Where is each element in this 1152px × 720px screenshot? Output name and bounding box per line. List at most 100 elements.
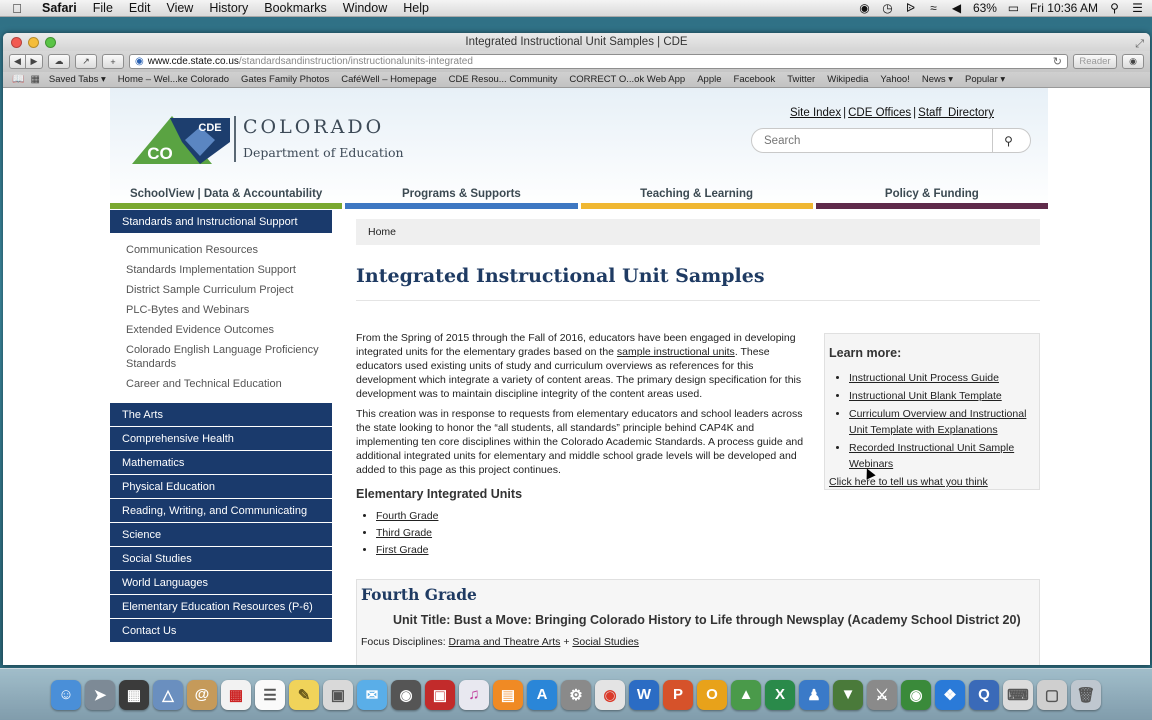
notification-center-icon[interactable]: ☰	[1131, 1, 1144, 15]
itunes-icon[interactable]: ♫	[459, 679, 489, 710]
time-machine-icon[interactable]: ◷	[881, 1, 894, 15]
menu-window[interactable]: Window	[335, 1, 395, 15]
messages-icon[interactable]: ✉	[357, 679, 387, 710]
app-store-icon[interactable]: A	[527, 679, 557, 710]
bookmark-item[interactable]: CORRECT O...ok Web App	[563, 74, 691, 85]
bookmark-item[interactable]: Home – Wel...ke Colorado	[112, 74, 235, 85]
new-tab-icon[interactable]: +	[102, 54, 124, 69]
address-bar[interactable]: ◉ www.cde.state.co.us/standardsandinstru…	[129, 54, 1068, 69]
remote-desktop-icon[interactable]: ▼	[833, 679, 863, 710]
outlook-icon[interactable]: O	[697, 679, 727, 710]
sidebar-item-social-studies[interactable]: Social Studies	[110, 547, 332, 571]
sidebar-item-contact-us[interactable]: Contact Us	[110, 619, 332, 643]
bookmark-item[interactable]: Yahoo!	[874, 74, 915, 85]
finder-icon[interactable]: ☺	[51, 679, 81, 710]
subnav-item[interactable]: Communication Resources	[126, 243, 332, 257]
fourth-grade-link[interactable]: Fourth Grade	[376, 510, 438, 522]
minimize-window-button[interactable]	[28, 37, 39, 48]
reader-button[interactable]: Reader	[1073, 54, 1117, 69]
wifi-icon[interactable]: ≈	[927, 1, 940, 15]
quicktime-icon[interactable]: Q	[969, 679, 999, 710]
subnav-item[interactable]: PLC-Bytes and Webinars	[126, 303, 332, 317]
bookmark-item[interactable]: Saved Tabs ▾	[43, 74, 112, 85]
back-button[interactable]: ◀	[9, 54, 26, 69]
powerpoint-icon[interactable]: P	[663, 679, 693, 710]
launchpad-icon[interactable]: ➤	[85, 679, 115, 710]
search-input[interactable]	[752, 130, 992, 151]
reminders-icon[interactable]: ☰	[255, 679, 285, 710]
cde-logo[interactable]: CDE CO COLORADO Department of Education	[130, 112, 420, 168]
record-icon[interactable]: ◉	[858, 1, 871, 15]
bookmark-item[interactable]: Wikipedia	[821, 74, 874, 85]
cde-offices-link[interactable]: CDE Offices	[848, 107, 911, 119]
battery-percent[interactable]: 63%	[973, 1, 997, 15]
facetime-icon[interactable]: ◉	[391, 679, 421, 710]
volume-icon[interactable]: ◀	[950, 1, 963, 15]
blank-template-link[interactable]: Instructional Unit Blank Template	[849, 390, 1002, 402]
keyboard-viewer-icon[interactable]: ⌨	[1003, 679, 1033, 710]
bookmark-item[interactable]: Twitter	[781, 74, 821, 85]
calendar-icon[interactable]: ▦	[221, 679, 251, 710]
menu-file[interactable]: File	[85, 1, 121, 15]
menu-history[interactable]: History	[201, 1, 256, 15]
contacts-icon[interactable]: @	[187, 679, 217, 710]
sample-units-link[interactable]: sample instructional units	[617, 346, 735, 358]
bookmark-item[interactable]: Popular ▾	[959, 74, 1011, 85]
battery-icon[interactable]: ▭	[1007, 1, 1020, 15]
staff-directory-link[interactable]: Staff Directory	[918, 107, 994, 119]
subnav-item[interactable]: Career and Technical Education	[126, 377, 332, 391]
menu-view[interactable]: View	[158, 1, 201, 15]
menu-app[interactable]: Safari	[34, 1, 85, 15]
nav-teaching-learning[interactable]: Teaching & Learning	[580, 182, 813, 209]
recorded-webinars-link[interactable]: Recorded Instructional Unit Sample Webin…	[849, 442, 1014, 470]
forward-button[interactable]: ▶	[26, 54, 43, 69]
nav-schoolview[interactable]: SchoolView | Data & Accountability	[110, 182, 343, 209]
menu-bookmarks[interactable]: Bookmarks	[256, 1, 335, 15]
lync-icon[interactable]: ♟	[799, 679, 829, 710]
sidebar-item-standards[interactable]: Standards and Instructional Support	[110, 210, 332, 234]
nav-programs-supports[interactable]: Programs & Supports	[345, 182, 578, 209]
curriculum-overview-link[interactable]: Curriculum Overview and Instructional Un…	[849, 408, 1026, 436]
photos-app-icon[interactable]: ▲	[731, 679, 761, 710]
system-preferences-icon[interactable]: ⚙	[561, 679, 591, 710]
preview-icon[interactable]: △	[153, 679, 183, 710]
camino-icon[interactable]: ◉	[901, 679, 931, 710]
trash-icon[interactable]: 🗑	[1071, 679, 1101, 710]
search-icon[interactable]: ⚲	[992, 129, 1024, 152]
bookmark-item[interactable]: Facebook	[728, 74, 782, 85]
third-grade-link[interactable]: Third Grade	[376, 527, 432, 539]
sidebar-item-reading-writing[interactable]: Reading, Writing, and Communicating	[110, 499, 332, 523]
sidebar-item-comprehensive-health[interactable]: Comprehensive Health	[110, 427, 332, 451]
feedback-link[interactable]: Click here to tell us what you think	[829, 476, 1035, 488]
subnav-item[interactable]: Standards Implementation Support	[126, 263, 332, 277]
subnav-item[interactable]: District Sample Curriculum Project	[126, 283, 332, 297]
photo-booth-icon[interactable]: ▣	[425, 679, 455, 710]
sidebar-item-elementary-resources[interactable]: Elementary Education Resources (P-6)	[110, 595, 332, 619]
drama-theatre-link[interactable]: Drama and Theatre Arts	[449, 636, 561, 648]
bookmark-item[interactable]: Gates Family Photos	[235, 74, 335, 85]
subnav-item[interactable]: Extended Evidence Outcomes	[126, 323, 332, 337]
ibooks-icon[interactable]: ▤	[493, 679, 523, 710]
subnav-item[interactable]: Colorado English Language Proficiency St…	[126, 343, 321, 371]
zoom-window-button[interactable]	[45, 37, 56, 48]
screenshot-window-icon[interactable]: ▢	[1037, 679, 1067, 710]
bookmark-item[interactable]: CaféWell – Homepage	[335, 74, 442, 85]
excel-icon[interactable]: X	[765, 679, 795, 710]
sidebar-item-world-languages[interactable]: World Languages	[110, 571, 332, 595]
bookmarks-book-icon[interactable]: 📖	[9, 74, 27, 85]
bluetooth-icon[interactable]: ᐉ	[904, 1, 917, 15]
sidebar-item-physical-education[interactable]: Physical Education	[110, 475, 332, 499]
social-studies-link[interactable]: Social Studies	[572, 636, 639, 648]
utility-icon[interactable]: ⚔	[867, 679, 897, 710]
clock[interactable]: Fri 10:36 AM	[1030, 1, 1098, 15]
menu-edit[interactable]: Edit	[121, 1, 159, 15]
word-icon[interactable]: W	[629, 679, 659, 710]
photos-icon[interactable]: ▣	[323, 679, 353, 710]
downloads-icon[interactable]: ◉	[1122, 54, 1144, 69]
site-index-link[interactable]: Site Index	[790, 107, 841, 119]
sidebar-item-science[interactable]: Science	[110, 523, 332, 547]
first-grade-link[interactable]: First Grade	[376, 544, 429, 556]
nav-policy-funding[interactable]: Policy & Funding	[815, 182, 1048, 209]
bookmark-item[interactable]: CDE Resou... Community	[443, 74, 564, 85]
spotlight-icon[interactable]: ⚲	[1108, 1, 1121, 15]
